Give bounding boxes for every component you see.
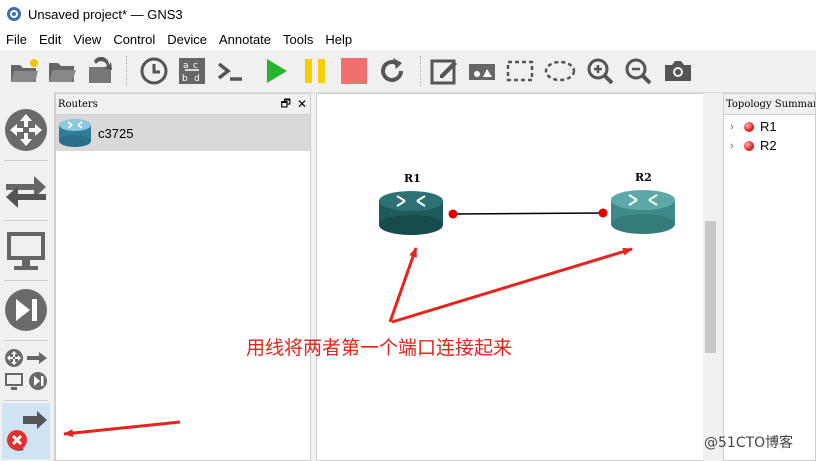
save-project-icon[interactable] bbox=[84, 55, 116, 87]
window-title: Unsaved project* — GNS3 bbox=[28, 6, 183, 22]
stop-all-icon[interactable] bbox=[338, 55, 370, 87]
menu-tools[interactable]: Tools bbox=[277, 32, 319, 47]
float-dock-icon[interactable]: 🗗 bbox=[281, 95, 291, 114]
topology-summary-title: Topology Summary bbox=[724, 94, 815, 115]
open-project-icon[interactable] bbox=[46, 55, 78, 87]
draw-rectangle-icon[interactable] bbox=[504, 55, 536, 87]
toolbar-separator bbox=[420, 56, 422, 86]
watermark: @51CTO博客 bbox=[704, 435, 794, 451]
snapshot-clock-icon[interactable] bbox=[138, 55, 170, 87]
routers-dock: Routers 🗗 ✕ c3725 bbox=[55, 93, 311, 461]
topology-summary-item[interactable]: › R2 bbox=[724, 136, 815, 155]
console-all-icon[interactable] bbox=[214, 55, 246, 87]
annotation-text: 用线将两者第一个端口连接起来 bbox=[246, 337, 513, 359]
routers-icon[interactable] bbox=[2, 102, 50, 158]
menu-view[interactable]: View bbox=[67, 32, 107, 47]
routers-dock-header: Routers 🗗 ✕ bbox=[56, 94, 310, 115]
reload-all-icon[interactable] bbox=[376, 55, 408, 87]
menu-annotate[interactable]: Annotate bbox=[213, 32, 277, 47]
status-stopped-icon bbox=[744, 121, 754, 132]
start-all-icon[interactable] bbox=[260, 55, 292, 87]
device-bar-separator bbox=[4, 400, 48, 401]
topology-summary-label: R2 bbox=[760, 138, 777, 153]
menu-help[interactable]: Help bbox=[319, 32, 358, 47]
menu-file[interactable]: File bbox=[0, 32, 33, 47]
device-bar-separator bbox=[4, 220, 48, 221]
screenshot-icon[interactable] bbox=[662, 55, 694, 87]
topology-summary-item[interactable]: › R1 bbox=[724, 117, 815, 136]
router-r1[interactable] bbox=[379, 191, 443, 235]
status-stopped-icon bbox=[744, 140, 754, 151]
link-r1-r2[interactable] bbox=[448, 208, 608, 219]
canvas-vertical-scrollbar[interactable] bbox=[703, 93, 718, 461]
menu-edit[interactable]: Edit bbox=[33, 32, 67, 47]
menu-device[interactable]: Device bbox=[161, 32, 213, 47]
topology-canvas[interactable]: R1 R2 bbox=[316, 93, 718, 461]
zoom-in-icon[interactable] bbox=[584, 55, 616, 87]
add-link-icon[interactable] bbox=[2, 403, 50, 459]
device-bar-separator bbox=[4, 340, 48, 341]
device-type-toolbar bbox=[0, 92, 55, 461]
router-c3725-icon bbox=[59, 119, 91, 147]
device-bar-separator bbox=[4, 280, 48, 281]
link-endpoint-r1 bbox=[448, 209, 458, 219]
suspend-all-icon[interactable] bbox=[299, 55, 331, 87]
svg-text:b: b bbox=[182, 74, 188, 84]
expand-chevron-icon[interactable]: › bbox=[730, 121, 744, 133]
switches-icon[interactable] bbox=[2, 162, 50, 218]
end-devices-icon[interactable] bbox=[2, 222, 50, 278]
topology-summary-dock: Topology Summary › R1 › R2 bbox=[723, 93, 816, 461]
show-interface-labels-icon[interactable]: acbd bbox=[176, 55, 208, 87]
close-dock-icon[interactable]: ✕ bbox=[297, 97, 307, 111]
add-note-icon[interactable] bbox=[428, 55, 460, 87]
router-r2[interactable] bbox=[611, 190, 675, 234]
draw-ellipse-icon[interactable] bbox=[544, 55, 576, 87]
device-label: c3725 bbox=[98, 125, 134, 141]
title-bar: Unsaved project* — GNS3 bbox=[0, 0, 816, 28]
expand-chevron-icon[interactable]: › bbox=[730, 140, 744, 152]
scrollbar-thumb[interactable] bbox=[705, 221, 716, 353]
menu-control[interactable]: Control bbox=[107, 32, 161, 47]
topology-summary-label: R1 bbox=[760, 119, 777, 134]
node-label-r1[interactable]: R1 bbox=[404, 172, 421, 185]
link-endpoint-r2 bbox=[598, 208, 608, 218]
routers-dock-title: Routers bbox=[58, 98, 98, 110]
menu-bar: File Edit View Control Device Annotate T… bbox=[0, 28, 816, 50]
new-project-icon[interactable] bbox=[8, 55, 40, 87]
zoom-out-icon[interactable] bbox=[622, 55, 654, 87]
device-list-item[interactable]: c3725 bbox=[56, 115, 310, 151]
insert-picture-icon[interactable] bbox=[466, 55, 498, 87]
gns3-logo-icon bbox=[7, 7, 21, 21]
node-label-r2[interactable]: R2 bbox=[635, 171, 652, 184]
device-bar-separator bbox=[4, 160, 48, 161]
svg-text:d: d bbox=[194, 74, 200, 84]
security-devices-icon[interactable] bbox=[2, 282, 50, 338]
main-toolbar: acbd bbox=[0, 50, 816, 93]
all-devices-icon[interactable] bbox=[2, 342, 50, 398]
toolbar-separator bbox=[126, 56, 128, 86]
